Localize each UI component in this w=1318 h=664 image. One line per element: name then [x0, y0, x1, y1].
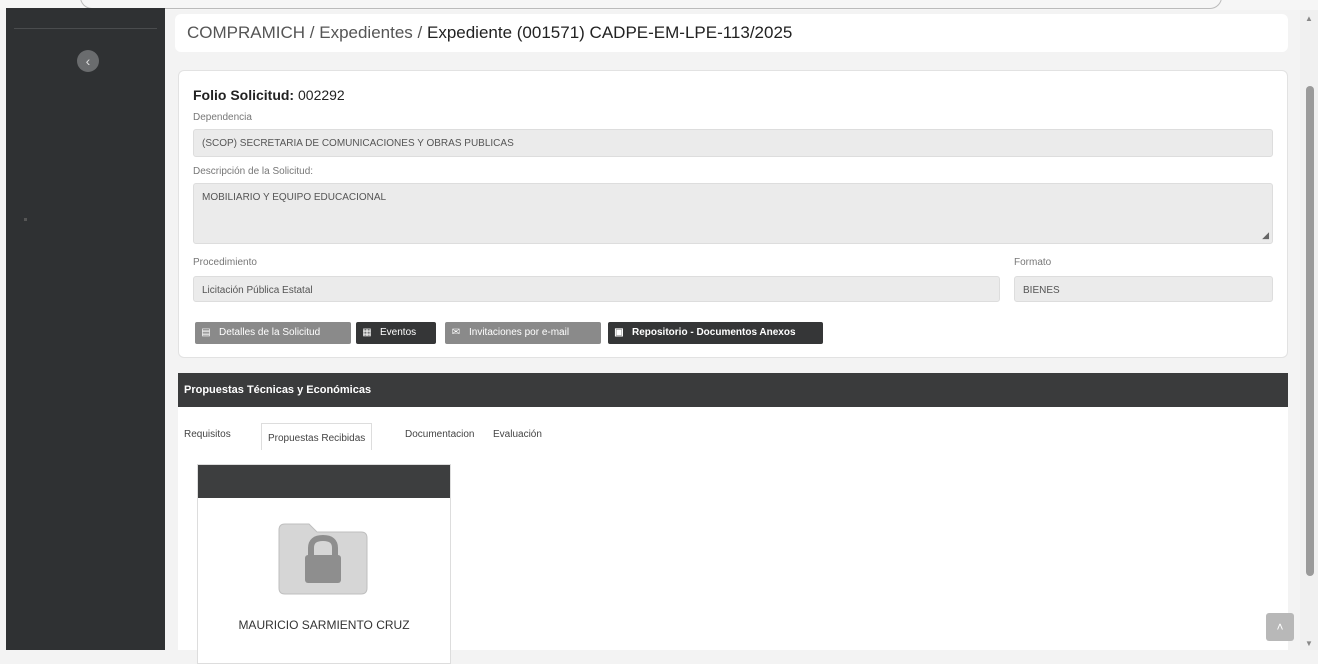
archive-icon: ▣ — [614, 327, 624, 338]
formato-label: Formato — [1014, 257, 1052, 268]
descripcion-value: MOBILIARIO Y EQUIPO EDUCACIONAL — [202, 192, 387, 203]
proposal-card-header — [198, 465, 450, 498]
chevron-left-icon: ‹ — [85, 53, 91, 69]
proposal-card[interactable]: MAURICIO SARMIENTO CRUZ — [197, 464, 451, 664]
breadcrumb-separator: / — [305, 23, 320, 42]
breadcrumb-current: Expediente (001571) CADPE-EM-LPE-113/202… — [426, 23, 793, 42]
breadcrumb-expedientes[interactable]: Expedientes — [319, 23, 413, 42]
detalles-solicitud-label: Detalles de la Solicitud — [219, 327, 321, 338]
sidebar-divider — [14, 28, 157, 29]
back-to-top-button[interactable]: ˄ — [1266, 613, 1294, 641]
tab-propuestas-recibidas[interactable]: Propuestas Recibidas — [261, 423, 373, 450]
sidebar: ‹ — [6, 8, 165, 650]
eventos-label: Eventos — [380, 327, 417, 338]
sidebar-marker — [24, 218, 27, 221]
descripcion-label: Descripción de la Solicitud: — [193, 166, 314, 177]
repositorio-documentos-label: Repositorio - Documentos Anexos — [632, 327, 796, 338]
descripcion-textarea[interactable]: MOBILIARIO Y EQUIPO EDUCACIONAL ◢ — [193, 183, 1273, 244]
invitaciones-email-label: Invitaciones por e-mail — [469, 327, 570, 338]
eventos-button[interactable]: ▦ Eventos — [356, 322, 436, 344]
dependencia-field[interactable]: (SCOP) SECRETARIA DE COMUNICACIONES Y OB… — [193, 129, 1273, 157]
tab-documentacion[interactable]: Documentacion — [405, 429, 474, 440]
tab-requisitos[interactable]: Requisitos — [184, 429, 231, 440]
formato-value: BIENES — [1023, 285, 1060, 296]
page-scrollbar[interactable]: ▲ ▼ — [1300, 10, 1318, 650]
calendar-icon: ▦ — [362, 327, 372, 338]
proposal-bidder-name: MAURICIO SARMIENTO CRUZ — [238, 618, 410, 632]
tab-evaluacion[interactable]: Evaluación — [493, 429, 542, 440]
breadcrumb: COMPRAMICH / Expedientes / Expediente (0… — [175, 14, 1288, 52]
procedimiento-field[interactable]: Licitación Pública Estatal — [193, 276, 1000, 302]
procedimiento-label: Procedimiento — [193, 257, 257, 268]
chevron-up-icon: ˄ — [1276, 620, 1284, 634]
users-mail-icon: ✉ — [451, 327, 461, 338]
proposals-panel-header: Propuestas Técnicas y Económicas — [178, 373, 1288, 407]
repositorio-documentos-button[interactable]: ▣ Repositorio - Documentos Anexos — [608, 322, 823, 344]
browser-frame-edge — [80, 0, 1222, 9]
detalles-solicitud-button[interactable]: ▤ Detalles de la Solicitud — [195, 322, 351, 344]
proposals-title: Propuestas Técnicas y Económicas — [184, 384, 372, 396]
locked-folder-icon — [278, 523, 368, 595]
breadcrumb-separator: / — [412, 23, 427, 42]
resize-handle-icon[interactable]: ◢ — [1262, 230, 1269, 241]
procedimiento-value: Licitación Pública Estatal — [202, 285, 313, 296]
dependencia-label: Dependencia — [193, 112, 252, 123]
formato-field[interactable]: BIENES — [1014, 276, 1273, 302]
folio-solicitud: Folio Solicitud: 002292 — [193, 87, 345, 103]
invitaciones-email-button[interactable]: ✉ Invitaciones por e-mail — [445, 322, 601, 344]
browser-top-strip — [0, 0, 1318, 10]
scroll-down-icon[interactable]: ▼ — [1305, 639, 1313, 648]
document-icon: ▤ — [201, 327, 211, 338]
breadcrumb-root[interactable]: COMPRAMICH — [187, 23, 305, 42]
dependencia-value: (SCOP) SECRETARIA DE COMUNICACIONES Y OB… — [202, 138, 514, 149]
folio-value: 002292 — [298, 87, 345, 103]
proposals-panel: Requisitos Propuestas Recibidas Document… — [178, 407, 1288, 664]
request-details-card: Folio Solicitud: 002292 Dependencia (SCO… — [178, 70, 1288, 358]
sidebar-collapse-button[interactable]: ‹ — [77, 50, 99, 72]
scrollbar-thumb[interactable] — [1306, 86, 1314, 576]
scroll-up-icon[interactable]: ▲ — [1305, 14, 1313, 23]
folio-label: Folio Solicitud: — [193, 87, 295, 103]
